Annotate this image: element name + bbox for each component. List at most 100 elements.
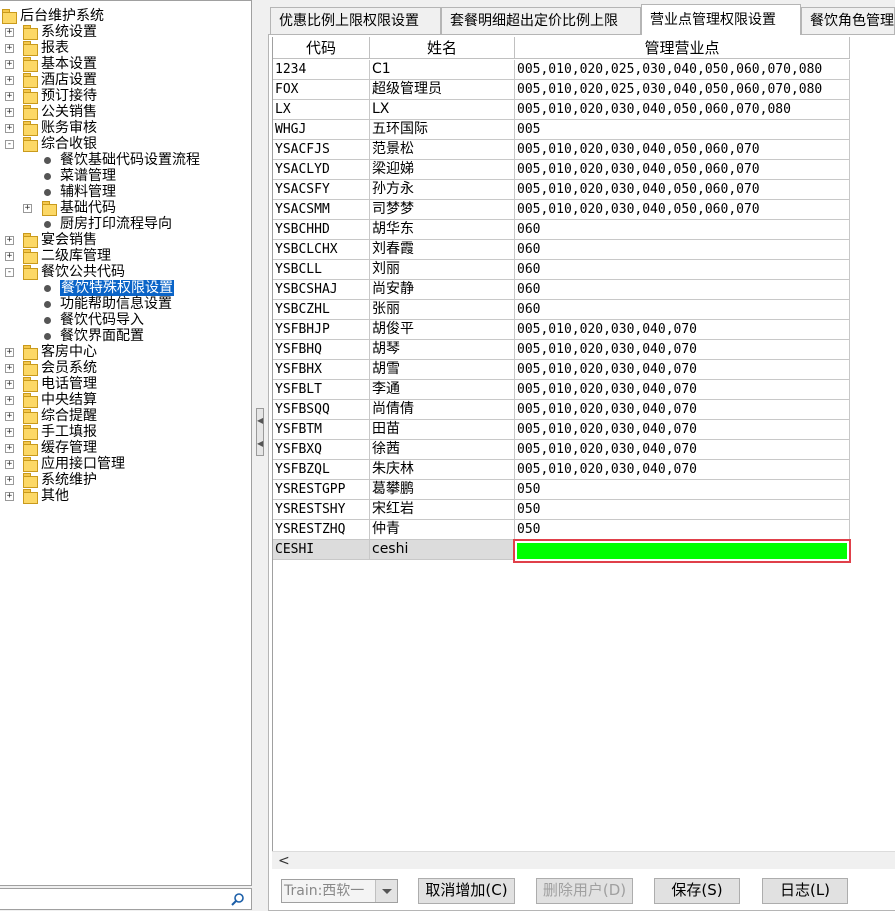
cell-name[interactable]: 李通 bbox=[370, 380, 515, 400]
cell-outlets[interactable]: 005,010,020,025,030,040,050,060,070,080 bbox=[515, 60, 850, 80]
expand-icon[interactable]: + bbox=[5, 412, 14, 421]
cell-name[interactable]: 朱庆林 bbox=[370, 460, 515, 480]
cell-outlets[interactable]: 060 bbox=[515, 240, 850, 260]
cell-name[interactable]: 超级管理员 bbox=[370, 80, 515, 100]
cell-outlets[interactable]: 005,010,020,030,040,050,060,070 bbox=[515, 180, 850, 200]
tree-item[interactable]: + 系统维护 bbox=[0, 472, 250, 488]
expand-icon[interactable]: + bbox=[5, 124, 14, 133]
tree-item[interactable]: + 基本设置 bbox=[0, 56, 250, 72]
cell-code[interactable]: YSACSMM bbox=[273, 200, 370, 220]
expand-icon[interactable]: + bbox=[5, 76, 14, 85]
cell-name[interactable]: 徐茜 bbox=[370, 440, 515, 460]
cell-code[interactable]: YSFBSQQ bbox=[273, 400, 370, 420]
expand-icon[interactable]: + bbox=[5, 396, 14, 405]
tree-item[interactable]: + 客房中心 bbox=[0, 344, 250, 360]
tree-item[interactable]: + 电话管理 bbox=[0, 376, 250, 392]
expand-icon[interactable]: + bbox=[5, 492, 14, 501]
tree-item[interactable]: - 综合收银 bbox=[0, 136, 250, 152]
tree-item[interactable]: + 会员系统 bbox=[0, 360, 250, 376]
tree-item[interactable]: + 中央结算 bbox=[0, 392, 250, 408]
collapse-icon[interactable]: - bbox=[5, 268, 14, 277]
cell-outlets[interactable]: 005,010,020,030,040,050,060,070 bbox=[515, 140, 850, 160]
cell-outlets[interactable]: 060 bbox=[515, 280, 850, 300]
tree-item[interactable]: 厨房打印流程导向 bbox=[0, 216, 250, 232]
tree-item[interactable]: + 预订接待 bbox=[0, 88, 250, 104]
tree-item[interactable]: + 公关销售 bbox=[0, 104, 250, 120]
cell-code[interactable]: YSRESTZHQ bbox=[273, 520, 370, 540]
editing-outlet-cell[interactable] bbox=[513, 539, 851, 563]
cell-outlets[interactable]: 005,010,020,030,040,070 bbox=[515, 340, 850, 360]
tree-item[interactable]: 餐饮界面配置 bbox=[0, 328, 250, 344]
cell-outlets[interactable]: 005,010,020,030,040,070 bbox=[515, 460, 850, 480]
cell-outlets[interactable]: 005,010,020,030,040,070 bbox=[515, 420, 850, 440]
cell-code[interactable]: 1234 bbox=[273, 60, 370, 80]
search-icon[interactable] bbox=[231, 892, 245, 906]
cell-code[interactable]: YSFBZQL bbox=[273, 460, 370, 480]
save-button[interactable]: 保存(S) bbox=[654, 878, 740, 904]
tree-item[interactable]: + 综合提醒 bbox=[0, 408, 250, 424]
cell-name[interactable]: 葛攀鹏 bbox=[370, 480, 515, 500]
cell-name[interactable]: 司梦梦 bbox=[370, 200, 515, 220]
tree-item[interactable]: + 其他 bbox=[0, 488, 250, 504]
splitter-collapse-handle[interactable]: ◀ ◀ bbox=[256, 408, 264, 456]
cell-name[interactable]: 田苗 bbox=[370, 420, 515, 440]
cell-code[interactable]: YSACLYD bbox=[273, 160, 370, 180]
tree-item[interactable]: + 二级库管理 bbox=[0, 248, 250, 264]
cell-code[interactable]: YSBCHHD bbox=[273, 220, 370, 240]
expand-icon[interactable]: + bbox=[5, 428, 14, 437]
expand-icon[interactable]: + bbox=[23, 204, 32, 213]
cell-code[interactable]: YSRESTGPP bbox=[273, 480, 370, 500]
cell-outlets[interactable]: 005,010,020,030,040,050,060,070,080 bbox=[515, 100, 850, 120]
cell-name[interactable]: 仲青 bbox=[370, 520, 515, 540]
cell-name[interactable]: 胡琴 bbox=[370, 340, 515, 360]
cell-outlets[interactable]: 050 bbox=[515, 480, 850, 500]
cell-outlets[interactable]: 005,010,020,030,040,070 bbox=[515, 440, 850, 460]
tree-item[interactable]: + 应用接口管理 bbox=[0, 456, 250, 472]
expand-icon[interactable]: + bbox=[5, 44, 14, 53]
cell-code[interactable]: YSBCLL bbox=[273, 260, 370, 280]
cell-name[interactable]: 刘丽 bbox=[370, 260, 515, 280]
cell-name[interactable]: 范景松 bbox=[370, 140, 515, 160]
tree-item[interactable]: + 手工填报 bbox=[0, 424, 250, 440]
tree-item[interactable]: - 餐饮公共代码 bbox=[0, 264, 250, 280]
expand-icon[interactable]: + bbox=[5, 60, 14, 69]
cell-code[interactable]: FOX bbox=[273, 80, 370, 100]
cell-code[interactable]: YSRESTSHY bbox=[273, 500, 370, 520]
cell-outlets[interactable]: 005,010,020,025,030,040,050,060,070,080 bbox=[515, 80, 850, 100]
cell-outlets[interactable]: 060 bbox=[515, 260, 850, 280]
cell-outlets[interactable]: 005 bbox=[515, 120, 850, 140]
cell-name[interactable]: 宋红岩 bbox=[370, 500, 515, 520]
horizontal-scrollbar[interactable]: < bbox=[272, 851, 895, 869]
tree-item[interactable]: + 酒店设置 bbox=[0, 72, 250, 88]
cell-outlets[interactable]: 005,010,020,030,040,050,060,070 bbox=[515, 200, 850, 220]
cell-code[interactable]: WHGJ bbox=[273, 120, 370, 140]
expand-icon[interactable]: + bbox=[5, 460, 14, 469]
cell-outlets[interactable]: 060 bbox=[515, 220, 850, 240]
tab-set-meal-limit[interactable]: 套餐明细超出定价比例上限 bbox=[441, 7, 641, 35]
tree-item[interactable]: + 账务审核 bbox=[0, 120, 250, 136]
cell-name[interactable]: C1 bbox=[370, 60, 515, 80]
cell-outlets[interactable]: 005,010,020,030,040,070 bbox=[515, 400, 850, 420]
tab-outlet-permission[interactable]: 营业点管理权限设置 bbox=[641, 4, 801, 35]
expand-icon[interactable]: + bbox=[5, 28, 14, 37]
cell-code[interactable]: YSFBHX bbox=[273, 360, 370, 380]
tab-discount-limit[interactable]: 优惠比例上限权限设置 bbox=[270, 7, 441, 35]
tree-search-box[interactable] bbox=[0, 888, 252, 910]
cell-name[interactable]: 梁迎娣 bbox=[370, 160, 515, 180]
cell-outlets[interactable]: 060 bbox=[515, 300, 850, 320]
cell-name[interactable]: 胡雪 bbox=[370, 360, 515, 380]
tree-item[interactable]: + 系统设置 bbox=[0, 24, 250, 40]
cell-outlets[interactable]: 005,010,020,030,040,050,060,070 bbox=[515, 160, 850, 180]
cell-name[interactable]: LX bbox=[370, 100, 515, 120]
column-header-code[interactable]: 代码 bbox=[273, 37, 370, 59]
column-header-name[interactable]: 姓名 bbox=[370, 37, 515, 59]
edit-cell-highlight[interactable] bbox=[517, 543, 847, 559]
column-header-outlets[interactable]: 管理营业点 bbox=[515, 37, 850, 59]
scroll-left-icon[interactable]: < bbox=[278, 852, 290, 870]
cell-name[interactable]: 五环国际 bbox=[370, 120, 515, 140]
log-button[interactable]: 日志(L) bbox=[762, 878, 848, 904]
cell-name[interactable]: 胡华东 bbox=[370, 220, 515, 240]
cell-code[interactable]: LX bbox=[273, 100, 370, 120]
cell-outlets[interactable]: 005,010,020,030,040,070 bbox=[515, 360, 850, 380]
tree-item[interactable]: 餐饮基础代码设置流程 bbox=[0, 152, 250, 168]
